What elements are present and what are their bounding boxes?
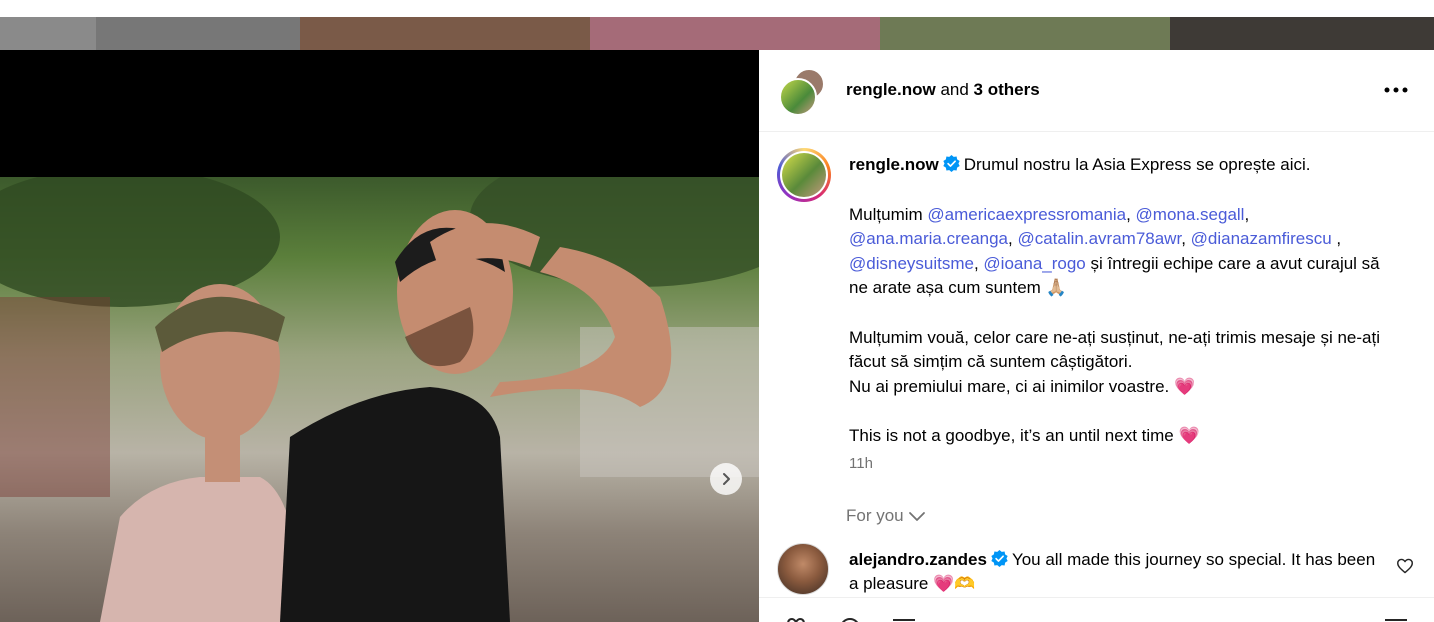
header-and: and: [935, 80, 974, 99]
avatar: [779, 78, 817, 116]
post-header: rengle.now and 3 others: [759, 50, 1434, 132]
post-header-title: rengle.now and 3 others: [846, 80, 1040, 100]
separator: ,: [973, 253, 984, 273]
post-side-panel: rengle.now and 3 others rengle.now Drumul…: [759, 50, 1434, 622]
mention-link[interactable]: @catalin.avram78awr: [1017, 229, 1181, 248]
verified-badge-icon: [991, 550, 1008, 567]
thanks-prefix: Mulțumim: [849, 204, 928, 224]
comment-icon[interactable]: [835, 616, 865, 622]
separator: ,: [1244, 204, 1250, 224]
header-username[interactable]: rengle.now: [846, 80, 936, 99]
background-feed-strip: [0, 17, 1434, 50]
mention-link[interactable]: @mona.segall: [1136, 205, 1245, 224]
comment-like-button[interactable]: [1396, 558, 1416, 578]
collab-avatars[interactable]: [779, 68, 825, 116]
comment-author-avatar[interactable]: [777, 543, 829, 595]
share-icon[interactable]: [889, 616, 919, 622]
post-caption: rengle.now Drumul nostru la Asia Express …: [849, 153, 1394, 449]
for-you-label: For you: [846, 506, 904, 525]
more-horizontal-icon: [1384, 87, 1408, 93]
verified-badge-icon: [943, 155, 960, 172]
chevron-right-icon: [723, 473, 730, 485]
save-icon[interactable]: [1381, 616, 1411, 622]
mention-link[interactable]: @ana.maria.creanga: [849, 229, 1008, 248]
header-others[interactable]: 3 others: [974, 80, 1040, 99]
caption-author-avatar[interactable]: [777, 148, 831, 202]
top-bar: [0, 0, 1434, 17]
post-action-bar: [759, 597, 1434, 622]
like-icon[interactable]: [781, 616, 811, 622]
photo-illustration: [0, 177, 759, 622]
caption-para2-line1: Mulțumim vouă, celor care ne-ați susținu…: [849, 327, 1380, 372]
mention-link[interactable]: @ioana_rogo: [983, 254, 1085, 273]
for-you-filter[interactable]: For you: [846, 506, 926, 526]
chevron-down-icon: [908, 512, 925, 521]
more-options-button[interactable]: [1376, 78, 1416, 102]
next-photo-button[interactable]: [710, 463, 742, 495]
mention-link[interactable]: @americaexpressromania: [927, 205, 1126, 224]
caption-line1: Drumul nostru la Asia Express se oprește…: [963, 155, 1311, 174]
separator: ,: [1181, 229, 1191, 248]
mention-link[interactable]: @disneysuitsme: [849, 254, 974, 273]
post-time[interactable]: 11h: [849, 455, 873, 472]
post-media: [0, 50, 759, 622]
comment: alejandro.zandes You all made this journe…: [849, 548, 1379, 596]
caption-para2-line2: Nu ai premiului mare, ci ai inimilor voa…: [849, 376, 1196, 396]
caption-para3: This is not a goodbye, it’s an until nex…: [849, 426, 1200, 445]
mention-link[interactable]: @dianazamfirescu: [1191, 229, 1332, 248]
separator: ,: [1331, 229, 1342, 248]
comment-username[interactable]: alejandro.zandes: [849, 550, 987, 569]
separator: ,: [1126, 204, 1136, 224]
heart-icon: [1397, 558, 1413, 574]
caption-username[interactable]: rengle.now: [849, 155, 939, 174]
post-photo: [0, 177, 759, 622]
